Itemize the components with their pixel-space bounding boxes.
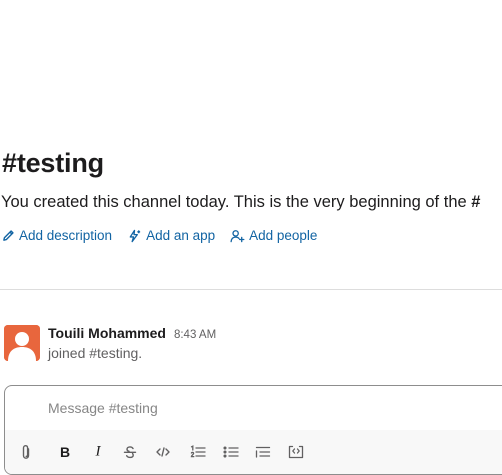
ordered-list-icon <box>190 445 206 458</box>
ordered-list-button[interactable] <box>190 445 206 459</box>
channel-title: #testing <box>2 148 104 178</box>
pencil-icon <box>3 230 14 241</box>
strikethrough-icon <box>123 446 137 459</box>
add-app-button[interactable]: Add an app <box>127 228 215 243</box>
channel-intro-text: You created this channel today. This is … <box>1 193 472 211</box>
channel-actions: Add description Add an app Add people <box>2 228 332 243</box>
default-avatar-icon <box>4 325 40 361</box>
code-block-icon <box>288 445 304 459</box>
attach-button[interactable] <box>20 444 32 460</box>
message-timestamp[interactable]: 8:43 AM <box>174 329 216 341</box>
channel-intro: You created this channel today. This is … <box>1 193 480 212</box>
message-input[interactable] <box>48 400 488 416</box>
paperclip-icon <box>22 444 30 459</box>
sender-name[interactable]: Touili Mohammed <box>48 325 166 341</box>
message-text: joined #testing. <box>48 345 143 361</box>
message-header: Touili Mohammed 8:43 AM <box>48 325 216 341</box>
blockquote-icon <box>255 446 271 458</box>
formatting-toolbar: B I <box>5 430 502 474</box>
lightning-icon <box>129 229 141 242</box>
avatar[interactable] <box>4 325 40 361</box>
code-icon <box>156 447 170 457</box>
code-block-button[interactable] <box>288 445 304 459</box>
bold-button[interactable]: B <box>60 444 70 460</box>
add-people-label: Add people <box>249 228 318 243</box>
blockquote-button[interactable] <box>255 445 271 459</box>
add-person-icon <box>230 229 245 242</box>
message-composer: B I <box>4 385 502 475</box>
divider <box>0 289 502 290</box>
add-people-button[interactable]: Add people <box>230 228 317 243</box>
add-description-button[interactable]: Add description <box>2 228 112 243</box>
add-description-label: Add description <box>19 228 113 243</box>
message-body: Touili Mohammed 8:43 AM joined #testing. <box>48 325 216 361</box>
add-app-label: Add an app <box>146 228 216 243</box>
channel-intro-hash[interactable]: # <box>471 193 480 211</box>
code-button[interactable] <box>155 446 171 458</box>
italic-button[interactable]: I <box>96 444 101 461</box>
bulleted-list-button[interactable] <box>223 445 239 459</box>
message: Touili Mohammed 8:43 AM joined #testing. <box>4 325 216 361</box>
bulleted-list-icon <box>223 446 239 458</box>
strikethrough-button[interactable] <box>123 445 137 459</box>
